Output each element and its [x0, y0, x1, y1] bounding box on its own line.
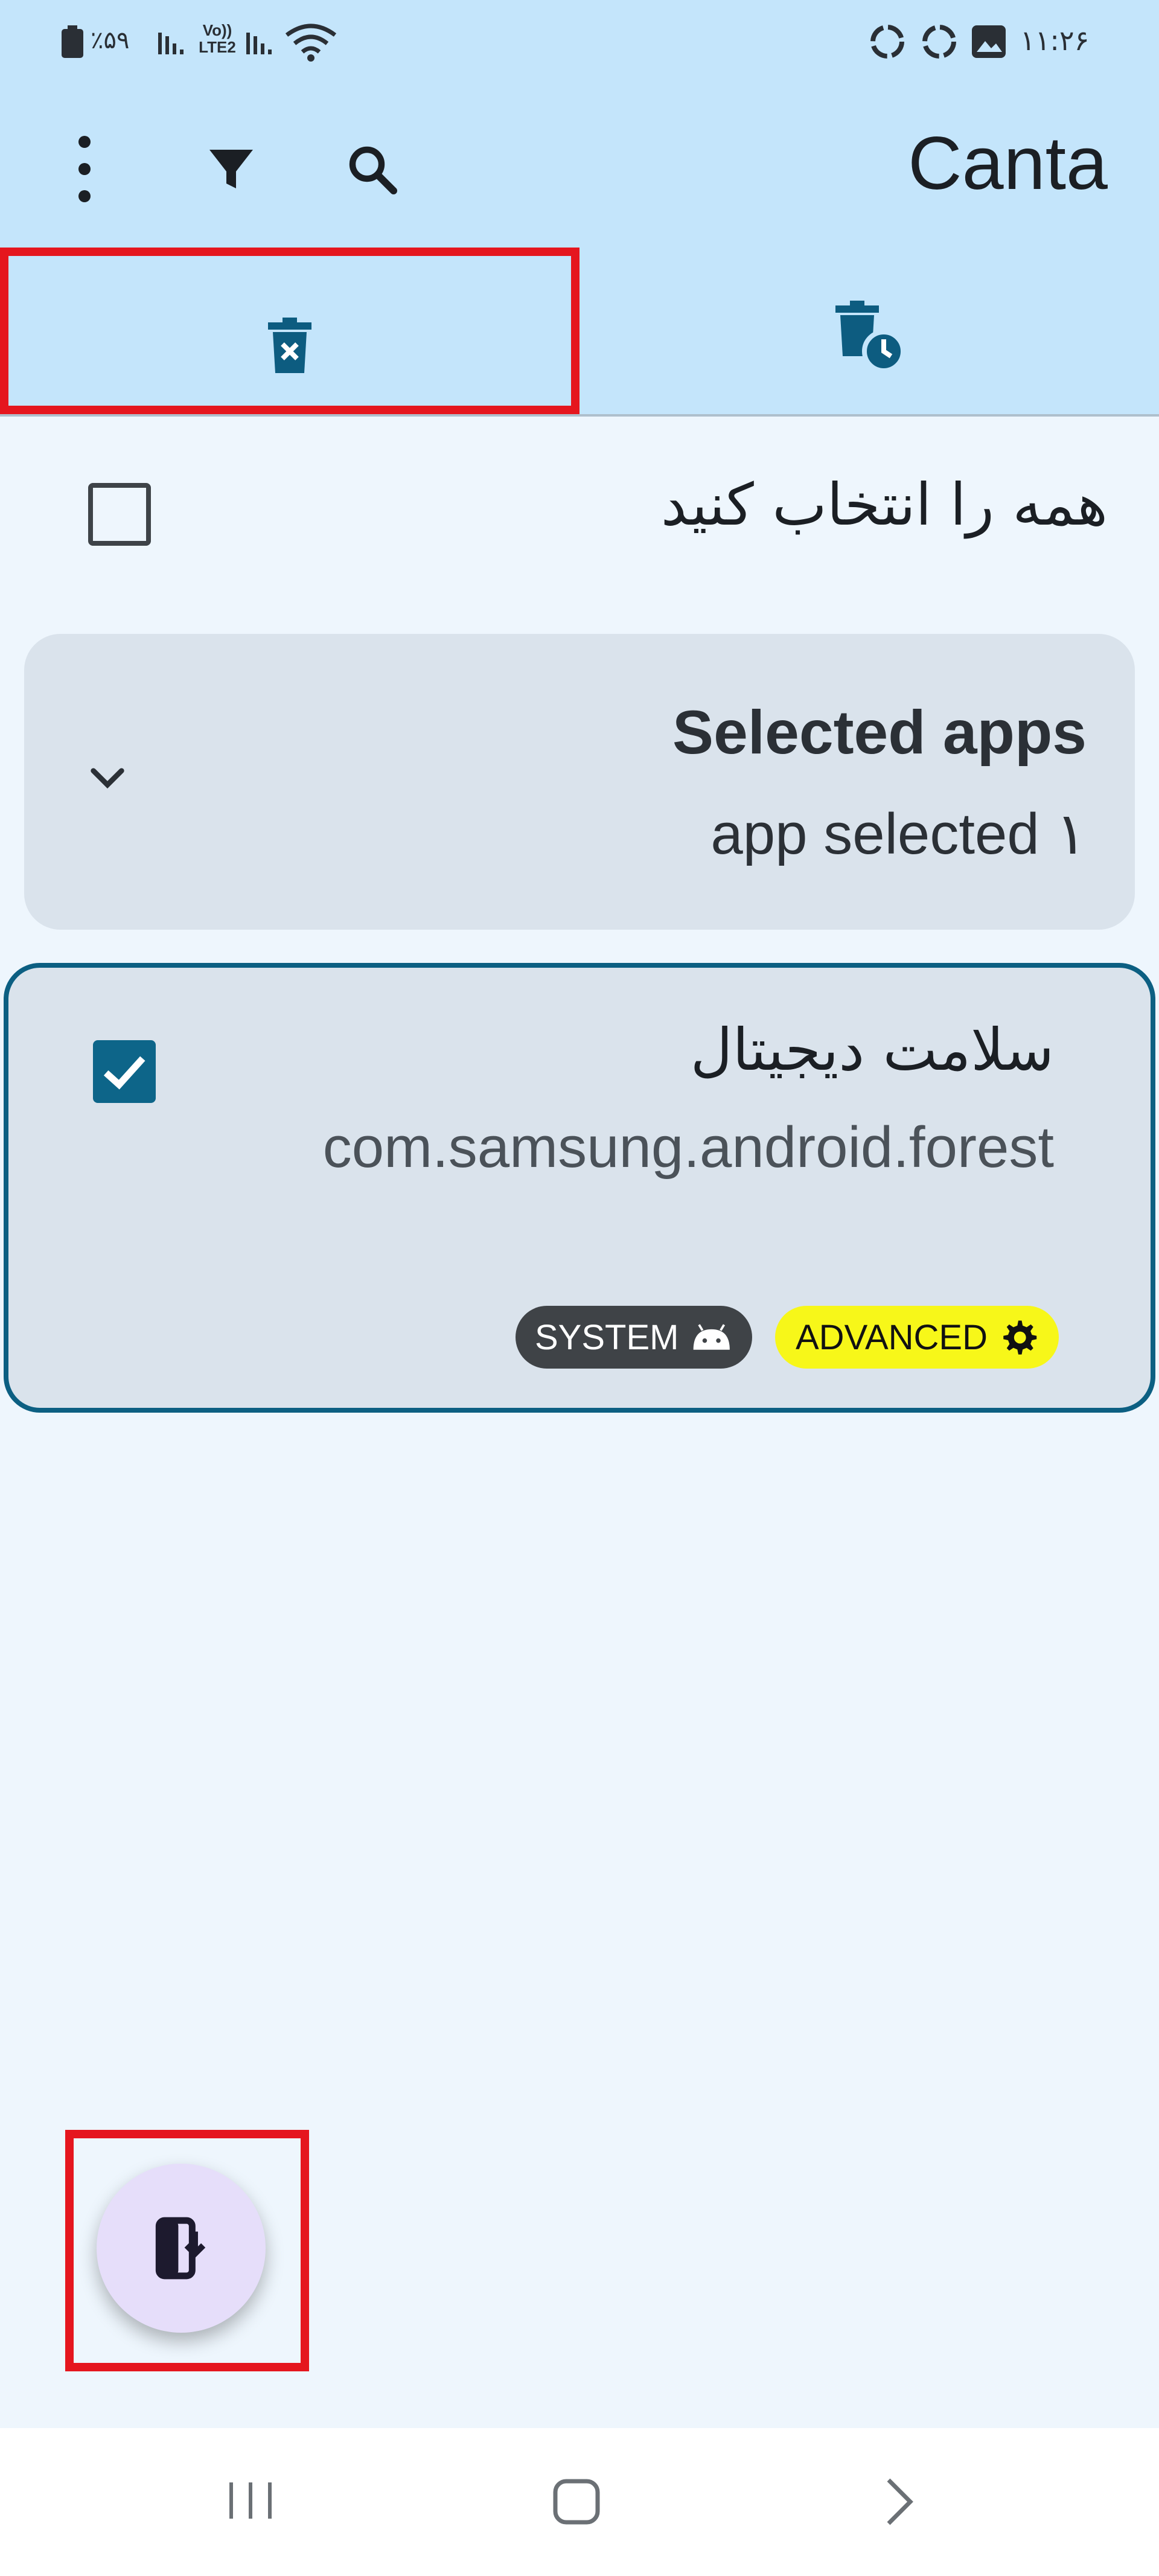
clock: ۱۱:۲۶: [1020, 24, 1090, 57]
filter-icon[interactable]: [202, 140, 260, 198]
signal-icon: [158, 33, 184, 54]
phone-download-icon: [155, 2217, 206, 2280]
export-fab[interactable]: [97, 2164, 266, 2333]
tab-restore[interactable]: [580, 248, 1159, 414]
advanced-badge: ADVANCED: [775, 1306, 1059, 1369]
select-all-label: همه را انتخاب کنید: [660, 471, 1108, 539]
app-list-item[interactable]: سلامت دیجیتال com.samsung.android.forest…: [4, 963, 1155, 1413]
sync-icon: [922, 25, 956, 59]
signal-icon: [246, 33, 272, 54]
recent-apps-icon[interactable]: [223, 2476, 278, 2525]
home-icon[interactable]: [549, 2476, 604, 2527]
navigation-bar: [0, 2428, 1159, 2576]
battery-percent: ٪۵۹: [91, 27, 130, 54]
search-icon[interactable]: [343, 140, 401, 198]
status-bar: ٪۵۹ Vo)) LTE2 ۱۱:۲۶: [0, 0, 1159, 85]
gear-icon: [1003, 1320, 1037, 1355]
badge-label: SYSTEM: [535, 1317, 679, 1357]
tab-uninstall[interactable]: [0, 248, 580, 414]
tab-bar: [0, 248, 1159, 417]
app-name: سلامت دیجیتال: [690, 1016, 1054, 1084]
network-label: Vo)) LTE2: [199, 21, 236, 56]
delete-clock-icon: [835, 301, 905, 373]
badge-label: ADVANCED: [796, 1317, 988, 1357]
more-vert-icon[interactable]: [66, 136, 103, 202]
delete-x-icon: [268, 318, 311, 373]
selected-apps-panel[interactable]: Selected apps app selected ۱: [24, 634, 1135, 930]
select-all-checkbox[interactable]: [88, 483, 151, 546]
back-icon[interactable]: [875, 2476, 924, 2527]
panel-title: Selected apps: [672, 698, 1087, 767]
battery-icon: [62, 25, 83, 58]
app-package: com.samsung.android.forest: [322, 1115, 1054, 1180]
gallery-icon: [972, 25, 1006, 58]
check-icon: [103, 1056, 145, 1090]
wifi-icon: [285, 24, 337, 62]
sync-icon: [870, 25, 904, 59]
chevron-down-icon[interactable]: [83, 755, 132, 803]
app-title: Canta: [908, 122, 1108, 205]
android-icon: [693, 1324, 730, 1350]
panel-subtitle: app selected ۱: [710, 802, 1087, 866]
system-badge: SYSTEM: [516, 1306, 752, 1369]
app-checkbox[interactable]: [93, 1040, 156, 1103]
